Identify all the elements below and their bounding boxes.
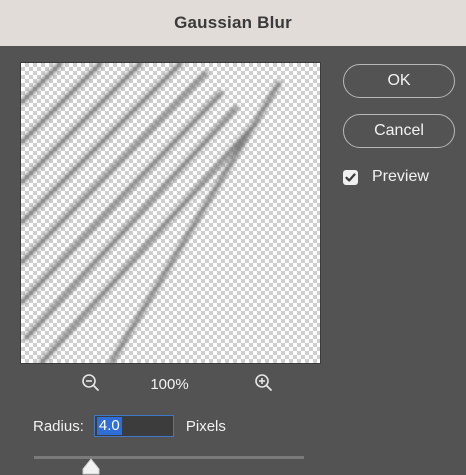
- radius-label: Radius:: [33, 417, 84, 435]
- radius-slider-track[interactable]: [34, 456, 304, 459]
- radius-value: 4.0: [96, 417, 122, 435]
- ok-button[interactable]: OK: [343, 64, 455, 98]
- radius-row: Radius: 4.0 Pixels: [33, 414, 226, 438]
- radius-slider-thumb[interactable]: [82, 458, 100, 475]
- zoom-in-icon[interactable]: [253, 372, 275, 399]
- dialog-title: Gaussian Blur: [174, 13, 292, 32]
- checkmark-icon: [345, 172, 356, 182]
- ok-button-label: OK: [387, 72, 411, 89]
- zoom-controls: 100%: [20, 370, 319, 398]
- preview-checkbox[interactable]: [343, 169, 358, 185]
- blurred-stripes-preview: [21, 63, 282, 363]
- title-bar[interactable]: Gaussian Blur: [0, 0, 466, 46]
- preview-label: Preview: [372, 168, 429, 185]
- radius-units-label: Pixels: [185, 417, 226, 435]
- radius-input[interactable]: 4.0: [93, 415, 174, 437]
- cancel-button[interactable]: Cancel: [343, 114, 455, 148]
- gaussian-blur-dialog: Gaussian Blur OK Cancel Preview 100% Rad…: [0, 0, 466, 475]
- cancel-button-label: Cancel: [374, 122, 424, 139]
- blur-preview-area[interactable]: [20, 62, 321, 364]
- preview-checkbox-row[interactable]: Preview: [343, 168, 429, 186]
